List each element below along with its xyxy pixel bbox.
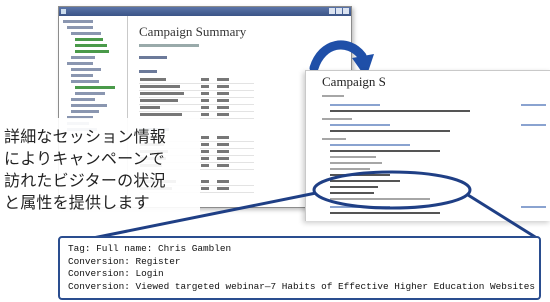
connector-line-right: [467, 193, 541, 242]
session-detail-box: Tag: Full name: Chris Gamblen Conversion…: [58, 236, 541, 300]
detail-line: Tag: Full name: Chris Gamblen: [68, 243, 232, 254]
connector-line-left: [92, 191, 317, 240]
highlight-ellipse: [312, 170, 472, 210]
detail-line: Conversion: Viewed targeted webinar—7 Ha…: [68, 280, 535, 292]
detail-line: Conversion: Register: [68, 255, 181, 267]
detail-line: Conversion: Login: [68, 268, 164, 280]
